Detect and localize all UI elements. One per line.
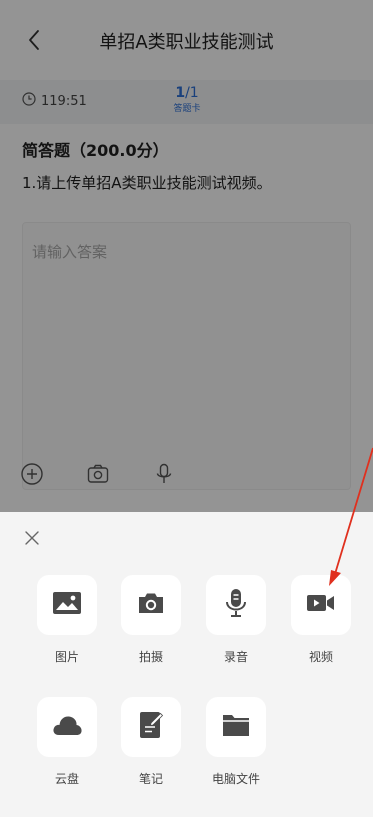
sheet-item-note[interactable]: 笔记 — [116, 697, 186, 787]
camera-tile — [121, 575, 181, 635]
close-icon[interactable] — [22, 528, 42, 548]
upload-sheet: 图片 拍摄 录音 视频 云盘 笔记 电脑文件 — [0, 512, 373, 817]
computer-file-tile — [206, 697, 266, 757]
camera-icon — [136, 590, 166, 620]
sheet-item-label: 图片 — [54, 650, 79, 664]
sheet-item-image[interactable]: 图片 — [32, 575, 102, 665]
cloud-icon — [51, 713, 83, 741]
audio-tile — [206, 575, 266, 635]
sheet-item-label: 视频 — [308, 650, 333, 664]
dim-overlay[interactable] — [0, 0, 373, 512]
video-tile — [291, 575, 351, 635]
sheet-item-label: 拍摄 — [138, 650, 163, 664]
sheet-item-camera[interactable]: 拍摄 — [116, 575, 186, 665]
note-tile — [121, 697, 181, 757]
image-tile — [37, 575, 97, 635]
microphone-icon — [223, 588, 249, 622]
image-icon — [52, 591, 82, 619]
sheet-item-video[interactable]: 视频 — [286, 575, 356, 665]
sheet-item-label: 电脑文件 — [211, 772, 260, 786]
sheet-item-cloud[interactable]: 云盘 — [32, 697, 102, 787]
sheet-item-label: 录音 — [223, 650, 248, 664]
sheet-item-audio[interactable]: 录音 — [201, 575, 271, 665]
sheet-item-computer-file[interactable]: 电脑文件 — [201, 697, 271, 787]
cloud-tile — [37, 697, 97, 757]
note-icon — [138, 710, 164, 744]
video-icon — [306, 592, 336, 618]
sheet-item-label: 云盘 — [54, 772, 79, 786]
sheet-item-label: 笔记 — [138, 772, 163, 786]
folder-icon — [221, 712, 251, 742]
